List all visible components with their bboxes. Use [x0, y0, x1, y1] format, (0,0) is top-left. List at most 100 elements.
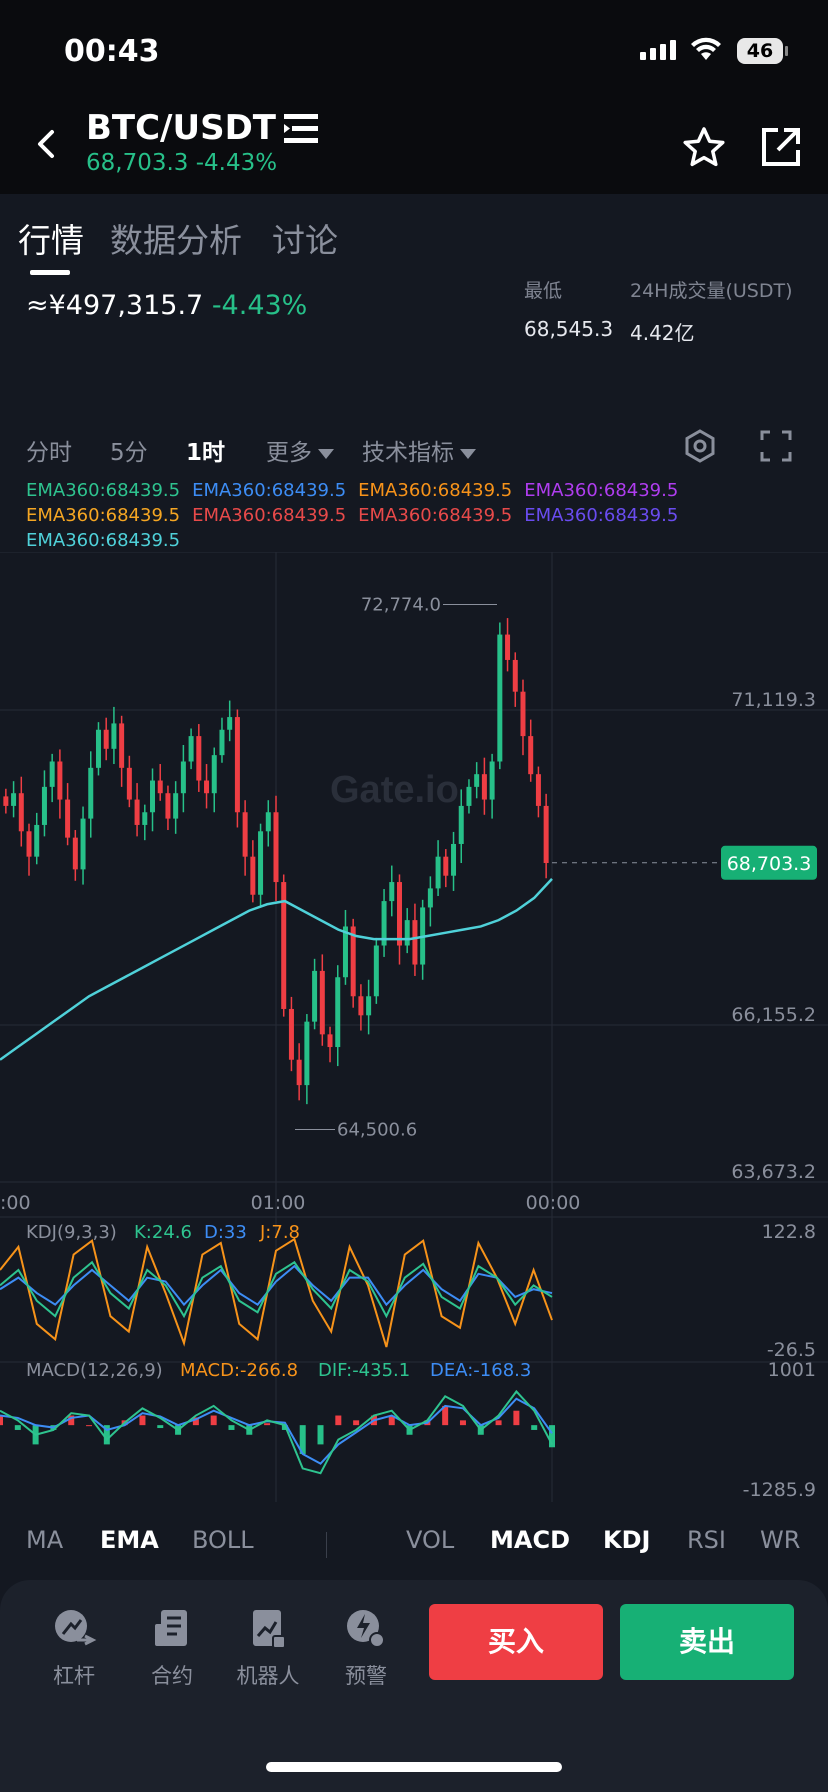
candle-body	[505, 634, 511, 660]
fullscreen-icon[interactable]	[760, 430, 792, 462]
candle-body	[41, 786, 47, 825]
candle-body	[435, 856, 441, 889]
candle-body	[204, 780, 210, 794]
candle-body	[458, 805, 464, 844]
sell-button[interactable]: 卖出	[620, 1604, 794, 1680]
candle-body	[327, 1034, 333, 1048]
candle-body	[3, 796, 9, 806]
indicator-divider	[326, 1532, 327, 1558]
contract-icon	[130, 1604, 214, 1654]
robot-icon	[226, 1604, 310, 1654]
candle-body	[165, 793, 171, 819]
ema-legend-row: EMA360:68439.5	[26, 528, 678, 553]
ema-legend-item: EMA360:68439.5	[524, 505, 679, 526]
candle-body	[126, 767, 132, 800]
tab-market[interactable]: 行情	[18, 214, 84, 262]
kline-chart[interactable]: Gate.io 73,601.3 71,119.3 66,155.2 63,673.2 7…	[0, 552, 828, 1502]
nav-leverage-label: 杠杆	[53, 1664, 95, 1688]
pair-title[interactable]: BTC/USDT	[86, 108, 276, 148]
macd-histogram-bar	[139, 1415, 146, 1426]
macd-histogram-bar	[86, 1425, 93, 1427]
favorite-star-icon[interactable]	[682, 126, 726, 168]
leverage-icon	[32, 1604, 116, 1654]
indicator-tab-vol[interactable]: VOL	[406, 1526, 454, 1554]
macd-histogram-bar	[264, 1423, 271, 1426]
nav-leverage[interactable]: 杠杆	[32, 1604, 116, 1690]
ema-legend-item: EMA360:68439.5	[192, 505, 347, 526]
candle-body	[265, 812, 271, 832]
price-axis-label: 63,673.2	[731, 1161, 816, 1183]
candle-body	[350, 926, 356, 997]
min-price-label: 64,500.6	[337, 1119, 417, 1140]
candle-body	[319, 970, 325, 1035]
back-icon[interactable]	[30, 124, 64, 164]
nav-robot[interactable]: 机器人	[226, 1604, 310, 1690]
interval-1h[interactable]: 1时	[186, 433, 225, 467]
candle-body	[535, 774, 541, 806]
ema-legend-item: EMA360:68439.5	[192, 480, 347, 501]
nav-contract[interactable]: 合约	[130, 1604, 214, 1690]
candle-body	[296, 1059, 302, 1086]
battery-icon: 46	[737, 38, 783, 64]
interval-more[interactable]: 更多	[266, 433, 334, 467]
macd-histogram-bar	[0, 1415, 3, 1426]
indicator-tab-kdj[interactable]: KDJ	[603, 1526, 650, 1554]
indicator-dropdown-label: 技术指标	[362, 440, 454, 466]
candle-body	[396, 882, 402, 946]
candle-body	[358, 996, 364, 1016]
indicator-dropdown[interactable]: 技术指标	[362, 433, 476, 467]
cny-price: ≈¥497,315.7	[26, 290, 204, 321]
candle-body	[258, 831, 264, 895]
buy-button[interactable]: 买入	[429, 1604, 603, 1680]
signal-icon	[640, 40, 676, 60]
ema-legend: EMA360:68439.5 EMA360:68439.5 EMA360:68439…	[26, 478, 678, 553]
pair-price-line: 68,703.3 -4.43%	[86, 150, 277, 176]
candle-body	[188, 736, 194, 762]
indicator-tab-rsi[interactable]: RSI	[687, 1526, 726, 1554]
candle-body	[273, 812, 279, 883]
indicator-tab-boll[interactable]: BOLL	[192, 1526, 254, 1554]
status-time: 00:43	[64, 34, 160, 69]
candle-body	[443, 856, 449, 876]
nav-alert[interactable]: 预警	[324, 1604, 408, 1690]
chart-settings-icon[interactable]	[682, 428, 718, 464]
candle-body	[242, 812, 248, 857]
candle-body	[373, 945, 379, 997]
indicator-tabs: MA EMA BOLL VOL MACD KDJ RSI WR	[0, 1512, 828, 1568]
candle-body	[134, 799, 140, 825]
indicator-tab-ma[interactable]: MA	[26, 1526, 63, 1554]
ema-legend-item: EMA360:68439.5	[26, 505, 181, 526]
macd-histogram-bar	[157, 1425, 164, 1429]
candle-body	[543, 805, 549, 864]
candle-body	[211, 755, 217, 794]
candle-body	[103, 729, 109, 749]
current-price-tag-text: 68,703.3	[727, 853, 812, 875]
candle-body	[520, 691, 526, 737]
candle-body	[288, 1008, 294, 1060]
interval-timeshare[interactable]: 分时	[26, 433, 72, 467]
indicator-tab-macd[interactable]: MACD	[490, 1526, 570, 1554]
pair-list-icon[interactable]	[284, 112, 320, 146]
volume-value: 4.42亿	[630, 321, 695, 345]
candle-body	[366, 996, 372, 1016]
indicator-tab-ema[interactable]: EMA	[100, 1526, 159, 1554]
macd-histogram-bar	[210, 1415, 217, 1426]
macd-histogram-bar	[228, 1425, 235, 1430]
tab-discussion[interactable]: 讨论	[272, 214, 338, 262]
candle-body	[142, 812, 148, 825]
home-indicator[interactable]	[266, 1762, 562, 1772]
interval-5m[interactable]: 5分	[110, 433, 148, 467]
candle-body	[180, 761, 186, 794]
alert-icon	[324, 1604, 408, 1654]
indicator-tab-wr[interactable]: WR	[760, 1526, 800, 1554]
candle-body	[466, 786, 472, 806]
chevron-down-icon	[460, 448, 476, 459]
price-axis-label: 71,119.3	[731, 689, 816, 711]
candle-body	[111, 723, 117, 749]
share-icon[interactable]	[760, 126, 802, 168]
macd-axis-top: 1001	[768, 1359, 816, 1381]
ema-legend-item: EMA360:68439.5	[26, 480, 181, 501]
tab-data-analysis[interactable]: 数据分析	[110, 214, 242, 262]
price-axis-label: 66,155.2	[731, 1004, 816, 1026]
candle-body	[250, 856, 256, 895]
